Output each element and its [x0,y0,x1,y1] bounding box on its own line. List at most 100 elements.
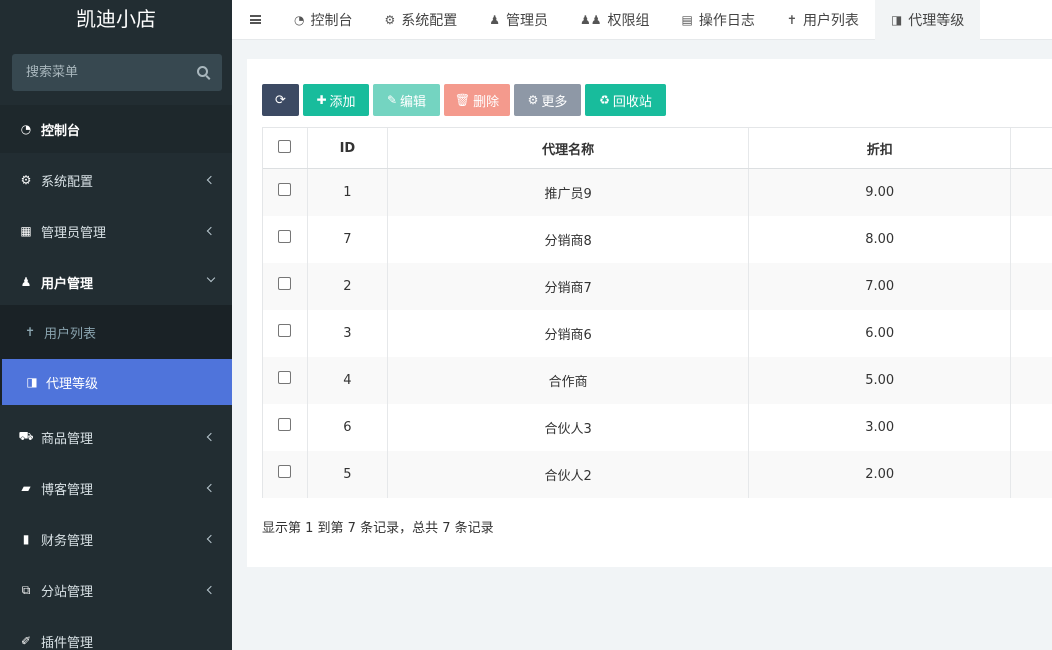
sidebar-item-label: 财务管理 [41,533,94,549]
table-row[interactable]: 4 合作商 5.00 [263,357,1052,404]
cell-extra [1011,404,1052,451]
pagination-summary: 显示第 1 到第 7 条记录，总共 7 条记录 [262,521,494,536]
row-checkbox[interactable] [278,324,292,337]
pencil-icon: ✎ [386,93,398,107]
tab-label: 权限组 [607,12,650,29]
toolbar: ⟳ ✚ 添加 ✎ 编辑 🗑 删除 ⚙ 更多 ♻ 回收站 [262,84,666,116]
refresh-button[interactable]: ⟳ [262,84,299,116]
plus-icon: ✚ [316,93,327,107]
sidebar-item-finance[interactable]: ▮ 财务管理 [0,515,232,563]
more-button[interactable]: ⚙ 更多 [514,84,581,116]
table-row[interactable]: 6 合伙人3 3.00 [263,404,1052,451]
table-row[interactable]: 7 分销商8 8.00 [263,216,1052,263]
sidebar-item-plugins[interactable]: ✐ 插件管理 [0,617,232,650]
sidebar-item-label: 博客管理 [41,482,94,498]
sidebar-item-label: 插件管理 [41,635,94,650]
cell-name: 合作商 [388,357,750,404]
add-button-label: 添加 [329,94,356,110]
tab-dashboard[interactable]: ◔ 控制台 [278,0,368,40]
sidebar-subitem-user-list[interactable]: ✝ 用户列表 [0,308,232,356]
chevron-left-icon [206,534,216,544]
sidebar-item-substation[interactable]: ⧉ 分站管理 [0,566,232,614]
book-icon: ▰ [21,481,31,495]
cell-id: 3 [308,310,388,357]
row-checkbox-cell [263,169,308,216]
table-header-row: ID 代理名称 折扣 [263,128,1052,169]
dashboard-icon: ◔ [20,122,32,136]
row-checkbox-cell [263,357,308,404]
tab-label: 控制台 [310,12,353,29]
add-button[interactable]: ✚ 添加 [303,84,369,116]
sidebar-item-admin[interactable]: ▦ 管理员管理 [0,207,232,255]
row-checkbox[interactable] [278,230,292,243]
list-alt-icon: ▤ [681,12,693,27]
tab-admin[interactable]: ♟ 管理员 [473,0,564,40]
row-checkbox[interactable] [278,371,292,384]
chevron-left-icon [206,226,216,236]
column-header-name[interactable]: 代理名称 [388,128,750,168]
male-icon: ✝ [24,325,36,339]
table-row[interactable]: 5 合伙人2 2.00 [263,451,1052,498]
cell-extra [1011,310,1052,357]
row-checkbox[interactable] [278,418,292,431]
sidebar-item-label: 管理员管理 [41,225,107,241]
search-icon[interactable] [197,66,208,77]
column-header-discount[interactable]: 折扣 [749,128,1012,168]
sidebar-item-system-config[interactable]: ⚙ 系统配置 [0,156,232,204]
tab-action-log[interactable]: ▤ 操作日志 [666,0,771,40]
menu-toggle-button[interactable] [232,0,278,40]
cogs-icon: ⚙ [20,173,32,187]
tab-user-list[interactable]: ✝ 用户列表 [771,0,875,40]
cell-discount: 3.00 [749,404,1012,451]
delete-button-label: 删除 [473,94,500,110]
table-row[interactable]: 3 分销商6 6.00 [263,310,1052,357]
cell-extra [1011,216,1052,263]
sidebar-item-blog[interactable]: ▰ 博客管理 [0,464,232,512]
table-row[interactable]: 2 分销商7 7.00 [263,263,1052,310]
edit-button[interactable]: ✎ 编辑 [373,84,440,116]
chevron-left-icon [206,483,216,493]
cell-extra [1011,169,1052,216]
tab-auth-group[interactable]: ♟♟ 权限组 [564,0,666,40]
cell-extra [1011,451,1052,498]
tab-agent-level[interactable]: ◨ 代理等级 [874,0,981,40]
row-checkbox-cell [263,310,308,357]
group-icon: ♟♟ [580,12,602,27]
header-checkbox-cell [263,128,308,168]
table-row[interactable]: 1 推广员9 9.00 [263,169,1052,216]
tab-label: 系统配置 [401,12,458,29]
row-checkbox[interactable] [278,183,292,196]
delete-button[interactable]: 🗑 删除 [444,84,510,116]
chevron-down-icon [206,273,216,283]
cell-discount: 9.00 [749,169,1012,216]
sidebar: 凯迪小店 ◔ 控制台 ⚙ 系统配置 ▦ 管理员管理 ♟ 用户管理 ✝ 用户列表 … [0,0,232,650]
tab-label: 用户列表 [802,12,859,29]
app-title[interactable]: 凯迪小店 [0,0,232,40]
row-checkbox[interactable] [278,465,292,478]
search-box [12,54,222,91]
recycle-button-label: 回收站 [612,94,652,110]
tab-label: 代理等级 [908,12,965,29]
content-panel: ⟳ ✚ 添加 ✎ 编辑 🗑 删除 ⚙ 更多 ♻ 回收站 ID 代理名称 折扣 1 推广员9 9… [247,59,1052,567]
chevron-left-icon [206,585,216,595]
refresh-icon: ⟳ [275,92,286,108]
sidebar-item-label: 用户管理 [41,276,94,292]
select-all-checkbox[interactable] [278,140,292,153]
row-checkbox[interactable] [278,277,292,290]
sidebar-subitem-agent-level[interactable]: ◨ 代理等级 [2,359,232,405]
sidebar-item-users[interactable]: ♟ 用户管理 [0,258,232,306]
sidebar-item-dashboard[interactable]: ◔ 控制台 [0,105,232,153]
male-icon: ✝ [786,12,797,27]
sidebar-item-products[interactable]: ⛟ 商品管理 [0,413,232,461]
tab-system-config[interactable]: ⚙ 系统配置 [368,0,473,40]
cell-name: 分销商8 [388,216,750,263]
sidebar-item-label: 系统配置 [41,174,94,190]
cell-id: 7 [308,216,388,263]
trello-icon: ◨ [890,12,903,27]
agent-level-table: ID 代理名称 折扣 1 推广员9 9.00 7 分销商8 8.00 2 分销商7 7.00 3 分… [262,127,1052,498]
recycle-bin-button[interactable]: ♻ 回收站 [585,84,666,116]
search-input[interactable] [12,54,222,91]
user-icon: ♟ [489,12,501,27]
column-header-id[interactable]: ID [308,128,388,168]
edit-button-label: 编辑 [400,94,427,110]
